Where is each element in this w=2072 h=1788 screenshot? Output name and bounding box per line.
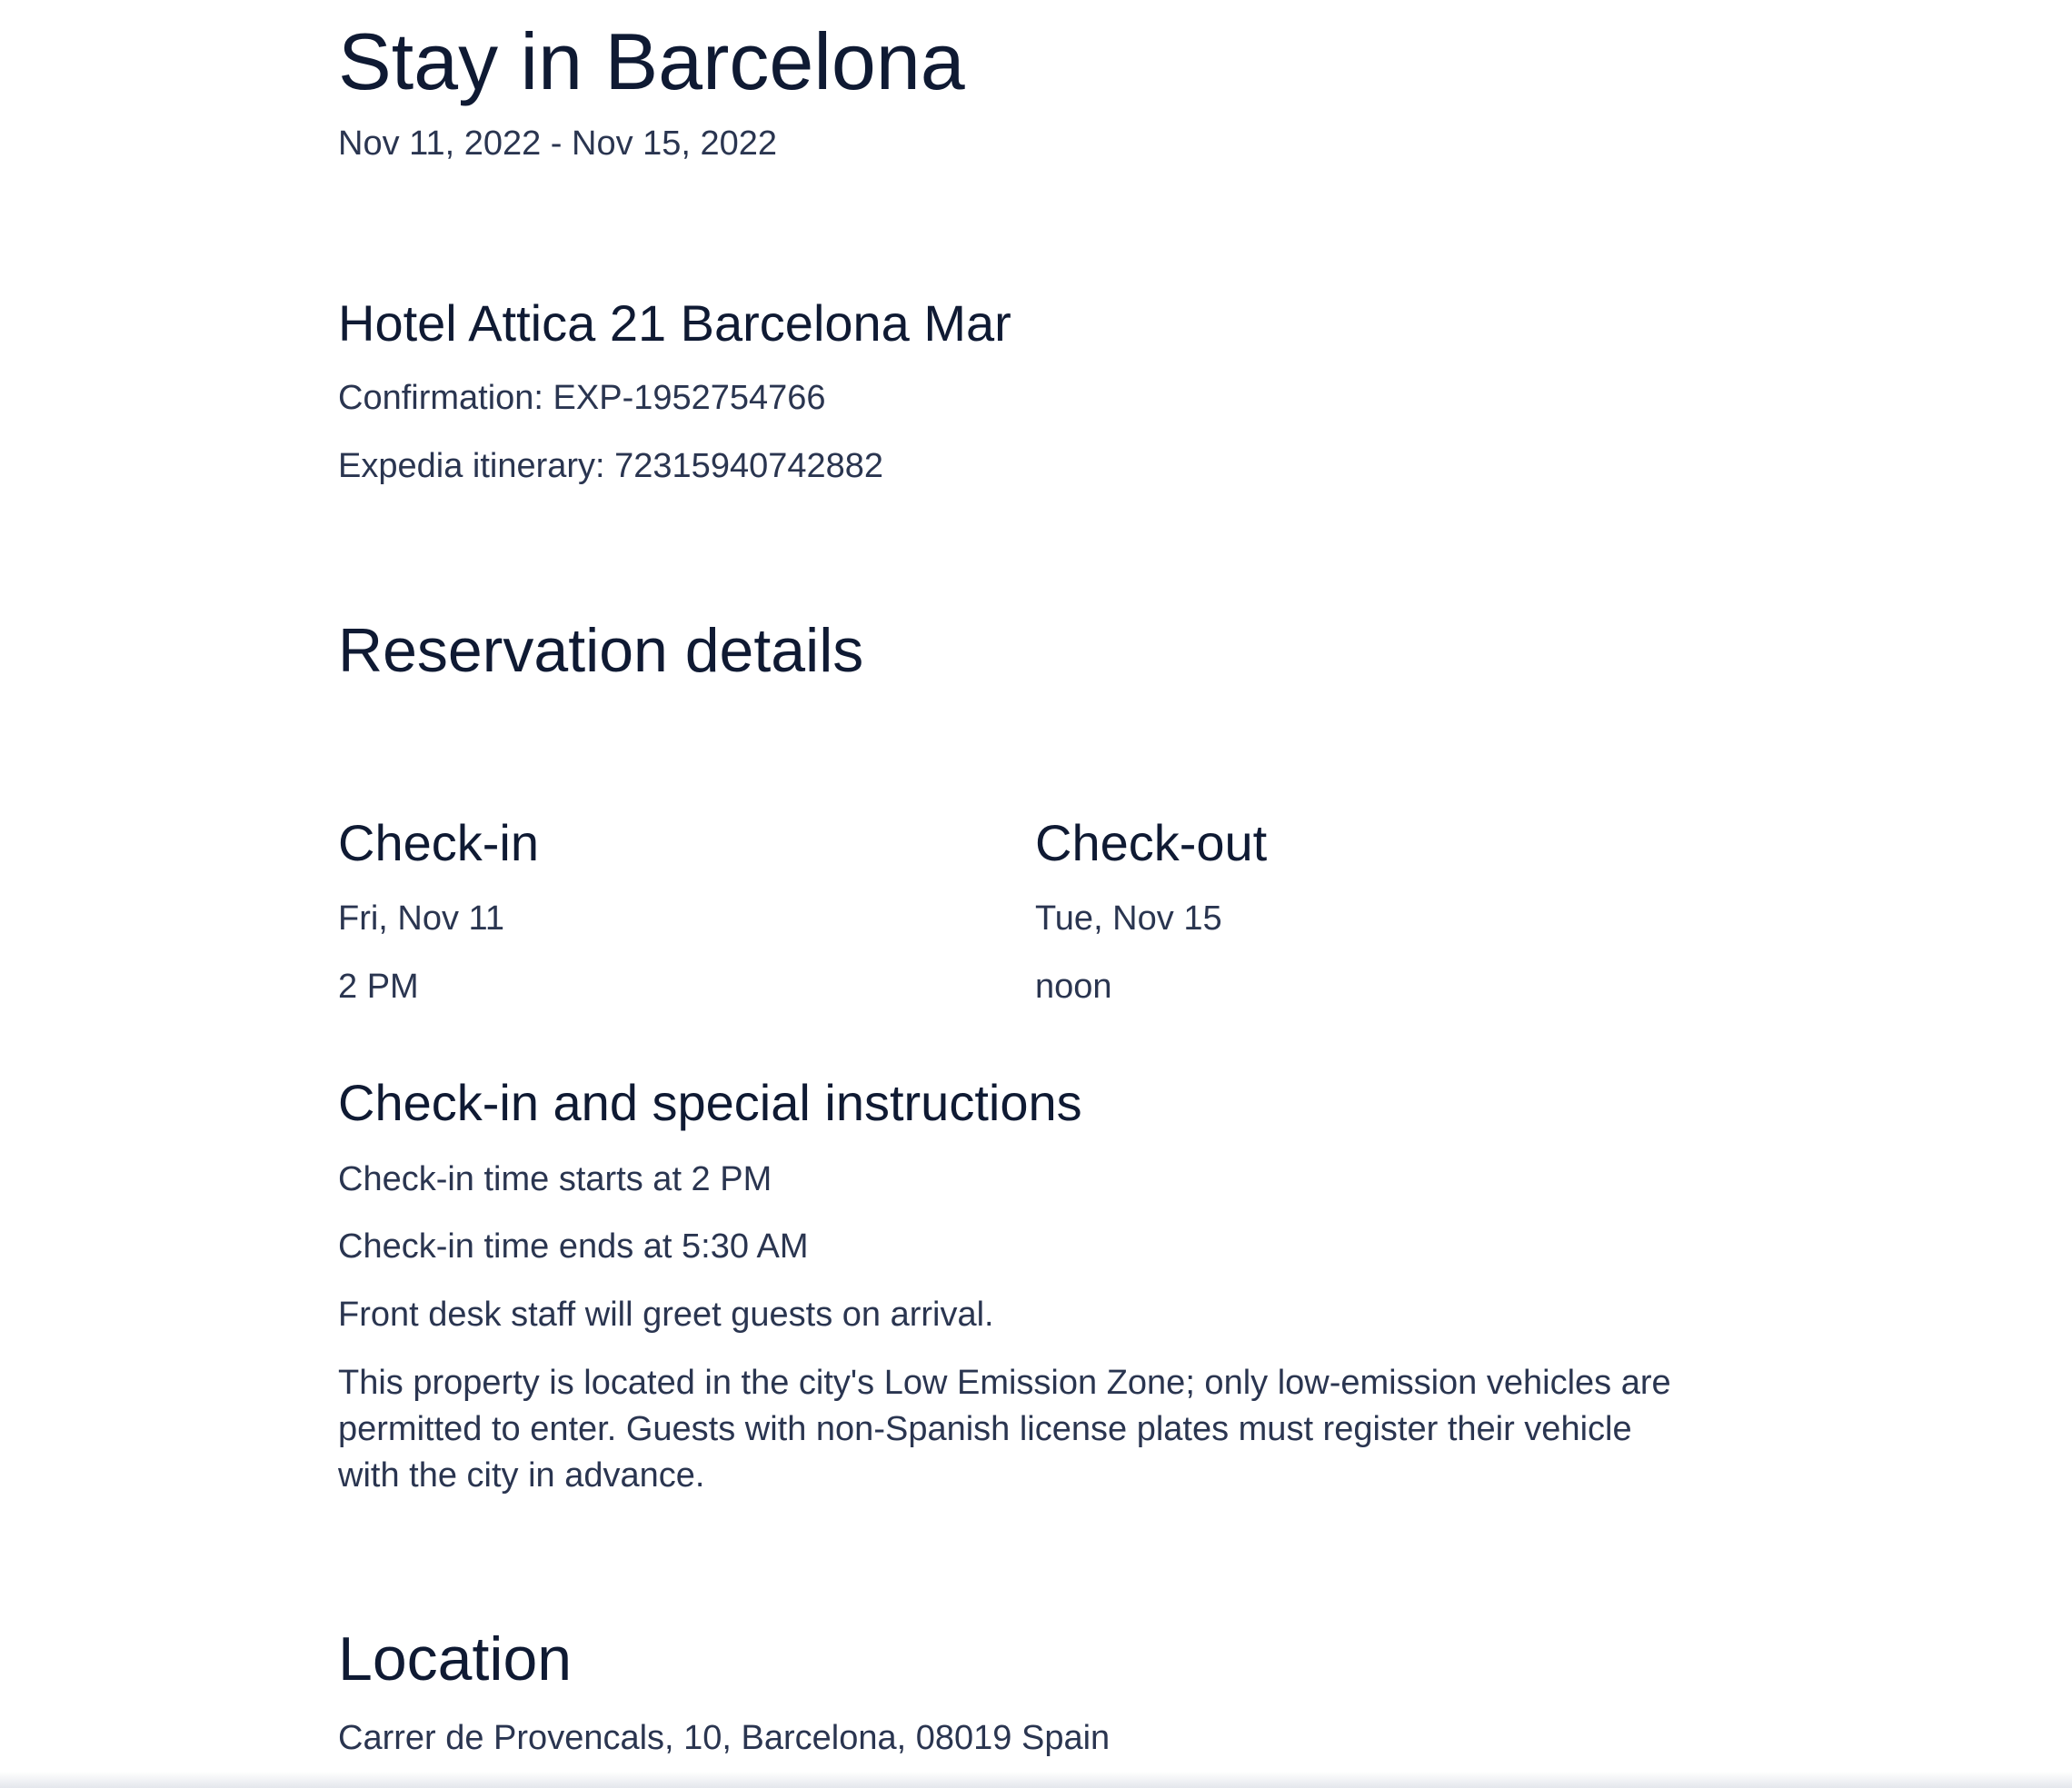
check-in-date: Fri, Nov 11: [338, 899, 505, 938]
instruction-item: Front desk staff will greet guests on ar…: [338, 1296, 994, 1334]
trip-dates: Nov 11, 2022 - Nov 15, 2022: [338, 124, 778, 163]
instruction-item: Check-in time starts at 2 PM: [338, 1160, 772, 1198]
reservation-details-heading: Reservation details: [338, 616, 864, 685]
bottom-edge-shadow: [0, 1772, 2072, 1788]
instruction-item-emission-zone: This property is located in the city's L…: [338, 1364, 1671, 1495]
trip-title: Stay in Barcelona: [338, 16, 965, 106]
location-heading: Location: [338, 1624, 573, 1694]
expedia-itinerary-number: Expedia itinerary: 72315940742882: [338, 447, 884, 485]
check-out-time: noon: [1035, 968, 1112, 1006]
confirmation-number: Confirmation: EXP-1952754766: [338, 379, 826, 417]
check-in-time: 2 PM: [338, 968, 419, 1006]
hotel-address[interactable]: Carrer de Provencals, 10, Barcelona, 080…: [338, 1716, 1110, 1760]
check-in-heading: Check-in: [338, 814, 539, 871]
hotel-name: Hotel Attica 21 Barcelona Mar: [338, 294, 1011, 352]
check-out-date: Tue, Nov 15: [1035, 899, 1222, 938]
instruction-item: Check-in time ends at 5:30 AM: [338, 1227, 809, 1266]
special-instructions-heading: Check-in and special instructions: [338, 1074, 1082, 1131]
check-out-heading: Check-out: [1035, 814, 1268, 871]
